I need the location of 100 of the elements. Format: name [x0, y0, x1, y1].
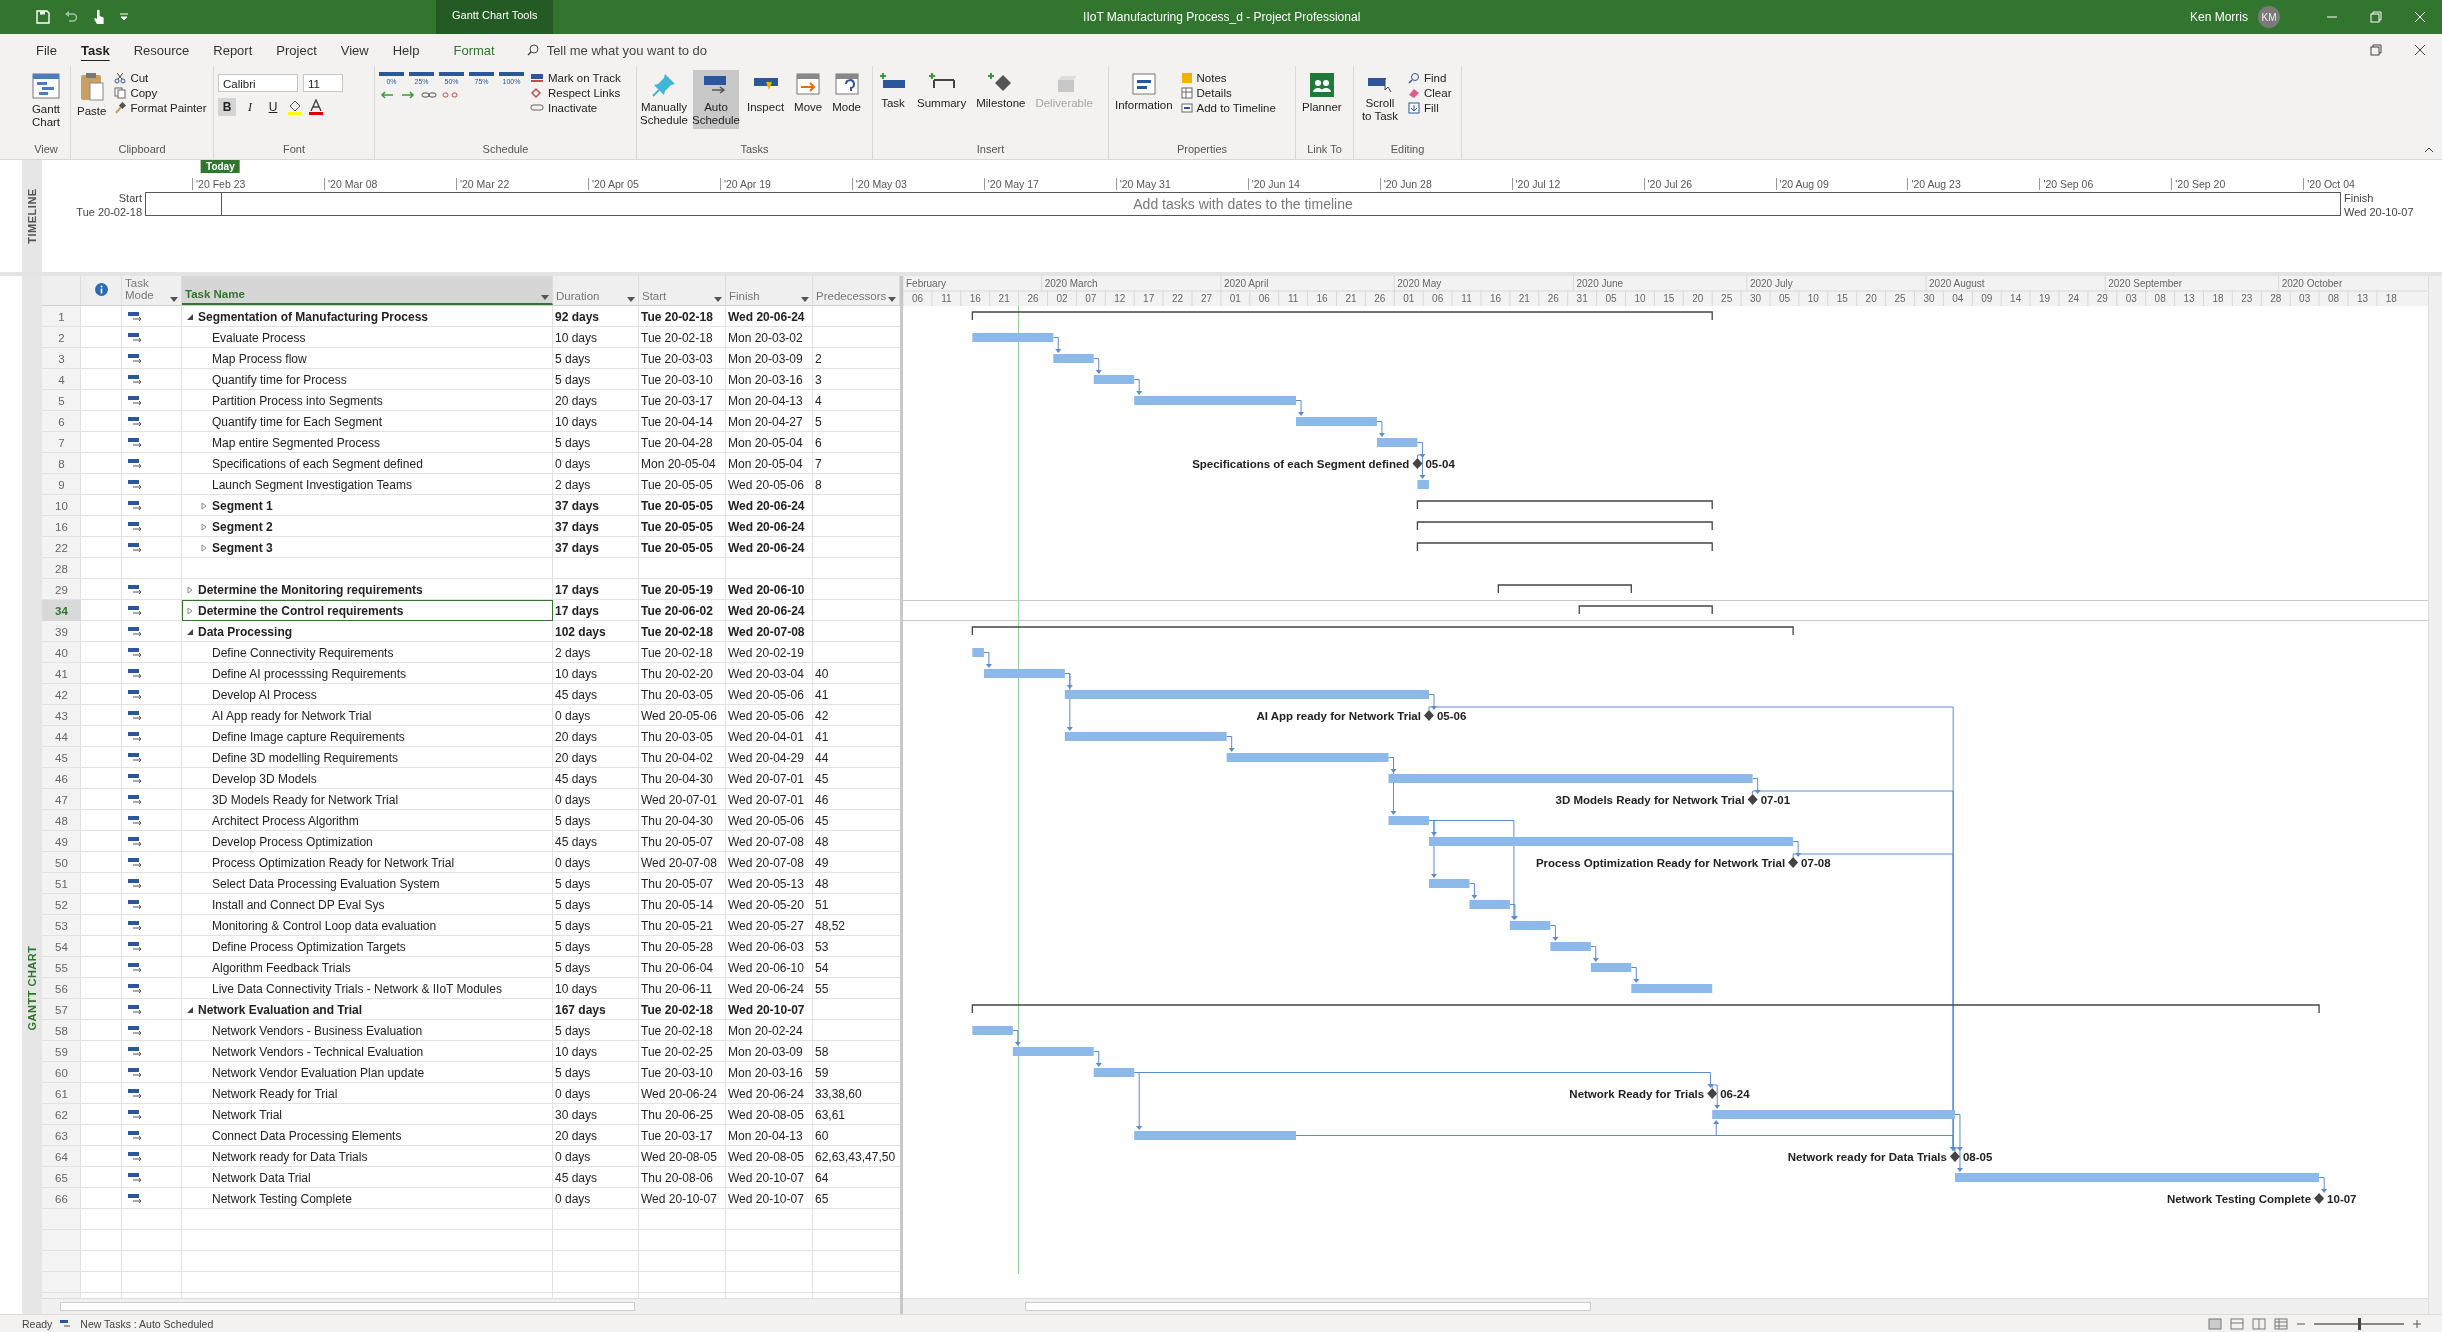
row-number[interactable]: 65: [42, 1167, 81, 1188]
summary-bar[interactable]: [1416, 521, 1713, 531]
task-bar[interactable]: [1376, 438, 1418, 447]
row-number[interactable]: 60: [42, 1062, 81, 1083]
inspect-button[interactable]: Inspect: [745, 70, 787, 117]
task-bar[interactable]: [1509, 921, 1551, 930]
expand-triangle-icon[interactable]: [200, 543, 208, 552]
zoom-in-icon[interactable]: [2412, 1318, 2422, 1329]
unlink-icon[interactable]: [442, 89, 458, 101]
row-number[interactable]: 62: [42, 1104, 81, 1125]
dropdown-arrow-icon[interactable]: [714, 297, 722, 302]
dropdown-arrow-icon[interactable]: [170, 297, 178, 302]
user-name[interactable]: Ken Morris: [2190, 10, 2248, 24]
row-number[interactable]: 57: [42, 999, 81, 1020]
summary-bar[interactable]: [1497, 584, 1632, 594]
fill-button[interactable]: Fill: [1408, 102, 1452, 114]
milestone-diamond[interactable]: [1707, 1088, 1718, 1099]
fill-color-icon[interactable]: [287, 99, 303, 115]
summary-bar[interactable]: [971, 311, 1713, 321]
collapse-triangle-icon[interactable]: [186, 312, 194, 321]
row-number[interactable]: 28: [42, 558, 81, 579]
view-icon[interactable]: [2230, 1317, 2244, 1330]
insert-summary-button[interactable]: Summary: [915, 70, 969, 113]
row-number[interactable]: 49: [42, 831, 81, 852]
notes-button[interactable]: Notes: [1180, 72, 1276, 84]
row-number[interactable]: 7: [42, 432, 81, 453]
row-number[interactable]: 64: [42, 1146, 81, 1167]
status-text[interactable]: New Tasks : Auto Scheduled: [80, 1317, 214, 1330]
gantt-chart-button[interactable]: Gantt Chart: [26, 70, 66, 132]
row-number[interactable]: 51: [42, 873, 81, 894]
bold-button[interactable]: B: [218, 98, 236, 116]
row-number[interactable]: 22: [42, 537, 81, 558]
expand-triangle-icon[interactable]: [200, 522, 208, 531]
view-icon[interactable]: [2208, 1317, 2222, 1330]
outdent-icon[interactable]: [379, 89, 395, 101]
collapse-triangle-icon[interactable]: [186, 1005, 194, 1014]
task-bar[interactable]: [1590, 963, 1632, 972]
row-number[interactable]: 39: [42, 621, 81, 642]
ribbon-tab[interactable]: Help: [380, 36, 432, 64]
row-number[interactable]: 52: [42, 894, 81, 915]
task-bar[interactable]: [1093, 1068, 1135, 1077]
copy-button[interactable]: Copy: [114, 87, 207, 99]
milestone-diamond[interactable]: [1412, 458, 1423, 469]
ribbon-tab[interactable]: Resource: [121, 36, 202, 64]
row-number[interactable]: 63: [42, 1125, 81, 1146]
row-number[interactable]: 41: [42, 663, 81, 684]
underline-button[interactable]: U: [264, 98, 282, 116]
row-number[interactable]: 16: [42, 516, 81, 537]
row-number[interactable]: 55: [42, 957, 81, 978]
indent-icon[interactable]: [400, 89, 416, 101]
row-number[interactable]: 10: [42, 495, 81, 516]
milestone-diamond[interactable]: [1424, 710, 1434, 721]
row-number[interactable]: 48: [42, 810, 81, 831]
planner-button[interactable]: Planner: [1300, 70, 1344, 117]
row-number[interactable]: 56: [42, 978, 81, 999]
row-number[interactable]: 40: [42, 642, 81, 663]
scroll-to-task-button[interactable]: Scroll to Task: [1358, 70, 1402, 126]
row-number[interactable]: 34: [42, 600, 81, 621]
auto-schedule-button[interactable]: Auto Schedule: [693, 70, 739, 130]
collapse-triangle-icon[interactable]: [186, 627, 194, 636]
row-number[interactable]: 6: [42, 411, 81, 432]
summary-bar[interactable]: [1578, 605, 1713, 615]
ribbon-tab[interactable]: Report: [201, 36, 265, 64]
row-number[interactable]: 8: [42, 453, 81, 474]
details-button[interactable]: Details: [1180, 87, 1276, 99]
column-header[interactable]: Start: [642, 290, 667, 302]
mark-on-track-button[interactable]: Mark on Track: [530, 72, 621, 84]
summary-bar[interactable]: [1416, 542, 1713, 552]
row-number[interactable]: 47: [42, 789, 81, 810]
insert-task-button[interactable]: Task: [877, 70, 909, 113]
dropdown-arrow-icon[interactable]: [801, 297, 809, 302]
row-number[interactable]: 53: [42, 915, 81, 936]
information-button[interactable]: Information: [1113, 70, 1175, 115]
ribbon-tab[interactable]: Project: [264, 36, 329, 64]
column-header[interactable]: Duration: [556, 290, 600, 302]
row-number[interactable]: 66: [42, 1188, 81, 1209]
summary-bar[interactable]: [971, 1004, 2320, 1014]
timeline-bar[interactable]: Add tasks with dates to the timeline: [145, 192, 2341, 216]
ribbon-tab[interactable]: Format: [431, 36, 517, 64]
customize-icon[interactable]: [120, 13, 128, 21]
respect-links-button[interactable]: Respect Links: [530, 87, 621, 99]
font-size-field[interactable]: 11: [303, 74, 343, 92]
expand-triangle-icon[interactable]: [200, 501, 208, 510]
font-color-icon[interactable]: [308, 99, 324, 115]
mode-button[interactable]: Mode: [830, 70, 863, 117]
row-number[interactable]: 45: [42, 747, 81, 768]
horizontal-scrollbar[interactable]: [903, 1298, 2428, 1314]
touch-icon[interactable]: [92, 9, 106, 25]
ribbon-tab[interactable]: Task: [68, 36, 122, 64]
ribbon-tab[interactable]: File: [24, 36, 69, 64]
row-number[interactable]: 46: [42, 768, 81, 789]
paste-button[interactable]: Paste: [75, 70, 109, 121]
milestone-diamond[interactable]: [1747, 794, 1758, 805]
milestone-diamond[interactable]: [1949, 1151, 1960, 1162]
row-number[interactable]: 3: [42, 348, 81, 369]
collapse-ribbon-icon[interactable]: [2424, 147, 2434, 153]
clear-button[interactable]: Clear: [1408, 87, 1452, 99]
column-header[interactable]: Task Name: [185, 288, 245, 300]
milestone-diamond[interactable]: [2314, 1193, 2325, 1204]
summary-bar[interactable]: [1416, 500, 1713, 510]
